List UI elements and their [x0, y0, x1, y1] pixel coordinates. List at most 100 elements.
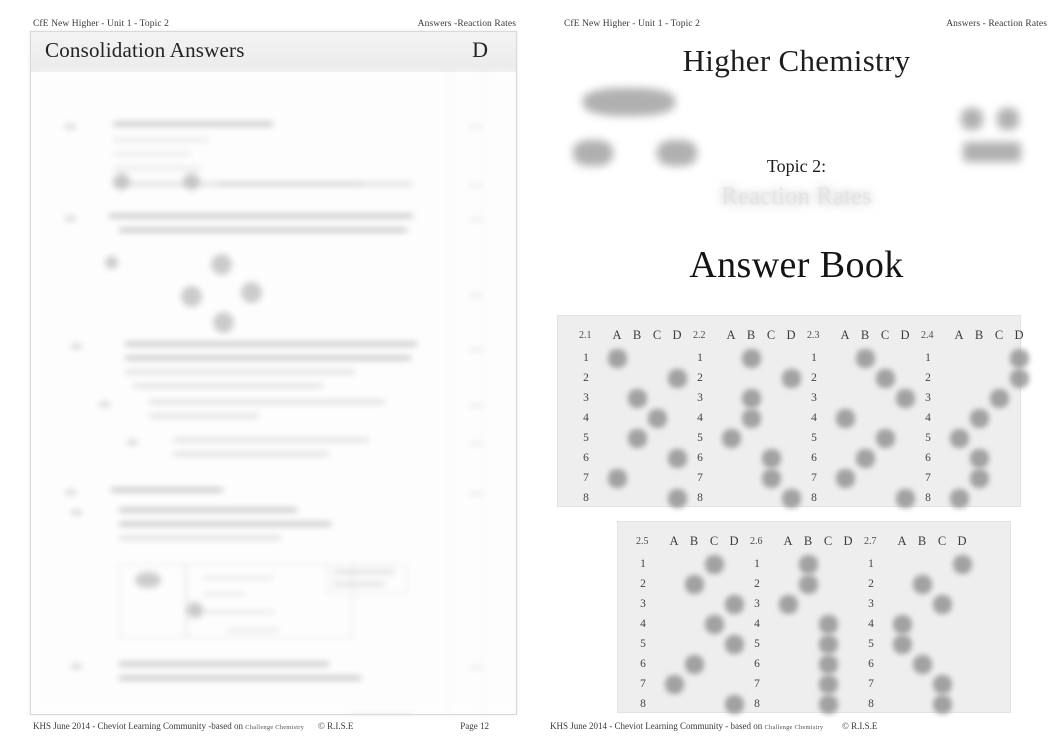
- answer-grid-column-header-C: C: [823, 534, 833, 548]
- answer-grid-row-number-6: 6: [640, 658, 646, 670]
- answer-grid-row-number-8: 8: [583, 492, 589, 504]
- answer-grid-row-number-8: 8: [811, 492, 817, 504]
- left-page-running-head-left: CfE New Higher - Unit 1 - Topic 2: [33, 19, 169, 29]
- answer-mark-2.6-2-B: [799, 575, 818, 594]
- answer-mark-2.7-4-A: [893, 615, 912, 634]
- answer-grid-column-header-D: D: [672, 328, 682, 342]
- right-page: CfE New Higher - Unit 1 - Topic 2 Answer…: [531, 0, 1062, 751]
- answer-mark-2.7-6-B: [913, 655, 932, 674]
- answer-grid-row-number-8: 8: [754, 698, 760, 710]
- answer-grid-column-header-B: B: [860, 328, 870, 342]
- answer-grid-row-number-2: 2: [925, 372, 931, 384]
- answer-grid-row-number-5: 5: [868, 638, 874, 650]
- answer-mark-2.3-1-B: [856, 349, 875, 368]
- answer-mark-2.3-5-C: [876, 429, 895, 448]
- answer-grid-row-number-1: 1: [811, 352, 817, 364]
- answer-mark-2.4-4-B: [970, 409, 989, 428]
- sheet-body-blurred-content: [31, 72, 516, 714]
- footer-credit-text: KHS June 2014 - Cheviot Learning Communi…: [33, 721, 243, 731]
- answer-mark-2.4-1-D: [1010, 349, 1029, 368]
- answer-mark-2.6-5-C: [819, 635, 838, 654]
- answer-grid-row-number-1: 1: [868, 558, 874, 570]
- answer-grid-row-number-4: 4: [697, 412, 703, 424]
- answer-grid-row-number-4: 4: [640, 618, 646, 630]
- sheet-section-letter: D: [472, 37, 488, 62]
- answer-grid-column-header-C: C: [994, 328, 1004, 342]
- footer-credit-brand: Challenge Chemistry: [245, 724, 305, 731]
- answer-mark-2.7-7-C: [933, 675, 952, 694]
- answer-grid-row-number-8: 8: [868, 698, 874, 710]
- answer-grid-row-number-2: 2: [640, 578, 646, 590]
- answer-mark-2.1-2-D: [668, 369, 687, 388]
- answer-grid-column-header-C: C: [652, 328, 662, 342]
- answer-grid-row-number-8: 8: [697, 492, 703, 504]
- answer-grid-row-number-6: 6: [754, 658, 760, 670]
- answer-grid-row-number-7: 7: [868, 678, 874, 690]
- answer-mark-2.7-5-A: [893, 635, 912, 654]
- right-page-footer-credit: KHS June 2014 - Cheviot Learning Communi…: [550, 721, 823, 731]
- answer-grid-row-number-6: 6: [868, 658, 874, 670]
- answer-grid-row-number-3: 3: [697, 392, 703, 404]
- answer-grid-column-header-D: D: [786, 328, 796, 342]
- answer-mark-2.5-5-D: [725, 635, 744, 654]
- answer-mark-2.4-3-C: [990, 389, 1009, 408]
- answer-grid-column-header-B: B: [632, 328, 642, 342]
- answer-grid-row-number-3: 3: [754, 598, 760, 610]
- answer-grid-column-header-D: D: [957, 534, 967, 548]
- answer-mark-2.1-5-B: [628, 429, 647, 448]
- answer-mark-2.1-8-D: [668, 489, 687, 508]
- answer-grid-column-header-A: A: [612, 328, 622, 342]
- answer-mark-2.5-4-C: [705, 615, 724, 634]
- answer-mark-2.2-2-D: [782, 369, 801, 388]
- answer-grid-row-number-5: 5: [640, 638, 646, 650]
- answer-grid-row-number-3: 3: [583, 392, 589, 404]
- answer-grid-id-2.3: 2.3: [807, 330, 820, 341]
- answer-grid-row-number-7: 7: [583, 472, 589, 484]
- answer-grid-column-header-C: C: [880, 328, 890, 342]
- answer-grid-row-number-4: 4: [868, 618, 874, 630]
- answer-grid-column-header-C: C: [766, 328, 776, 342]
- answer-mark-2.1-6-D: [668, 449, 687, 468]
- page-title: Consolidation Answers: [45, 38, 245, 62]
- answer-mark-2.2-7-C: [762, 469, 781, 488]
- answer-grid-row-number-8: 8: [640, 698, 646, 710]
- answer-grid-row-number-5: 5: [697, 432, 703, 444]
- answer-mark-2.6-6-C: [819, 655, 838, 674]
- answer-grid-row-number-3: 3: [868, 598, 874, 610]
- answer-grid-column-header-D: D: [1014, 328, 1024, 342]
- answer-grid-row-number-1: 1: [754, 558, 760, 570]
- left-page-footer-rights: © R.I.S.E: [318, 721, 354, 731]
- answer-grid-row-number-7: 7: [754, 678, 760, 690]
- answer-mark-2.2-5-A: [722, 429, 741, 448]
- answer-grid-column-header-A: A: [897, 534, 907, 548]
- answer-mark-2.6-1-B: [799, 555, 818, 574]
- answer-mark-2.2-4-B: [742, 409, 761, 428]
- answer-grid-row-number-1: 1: [697, 352, 703, 364]
- answer-mark-2.2-3-B: [742, 389, 761, 408]
- answer-mark-2.5-8-D: [725, 695, 744, 714]
- answer-mark-2.2-1-B: [742, 349, 761, 368]
- answer-grid-row-number-6: 6: [583, 452, 589, 464]
- answer-grid-row-number-7: 7: [811, 472, 817, 484]
- answer-mark-2.3-4-A: [836, 409, 855, 428]
- answer-mark-2.3-6-B: [856, 449, 875, 468]
- page-number: Page 12: [460, 721, 489, 731]
- answer-grid-row-number-6: 6: [811, 452, 817, 464]
- answer-grid-row-number-1: 1: [925, 352, 931, 364]
- right-page-footer-rights: © R.I.S.E: [842, 721, 878, 731]
- answer-grid-row-number-3: 3: [811, 392, 817, 404]
- answer-mark-2.1-1-A: [608, 349, 627, 368]
- answer-mark-2.6-8-C: [819, 695, 838, 714]
- answer-grid-column-header-C: C: [709, 534, 719, 548]
- answer-mark-2.6-7-C: [819, 675, 838, 694]
- left-page-running-head-right: Answers -Reaction Rates: [417, 19, 516, 29]
- answer-mark-2.7-2-B: [913, 575, 932, 594]
- answer-mark-2.3-2-C: [876, 369, 895, 388]
- answer-grid-column-header-A: A: [669, 534, 679, 548]
- answer-mark-2.4-8-A: [950, 489, 969, 508]
- marking-margin-column: [449, 72, 516, 714]
- footer-credit-text: KHS June 2014 - Cheviot Learning Communi…: [550, 721, 763, 731]
- answer-grid-column-header-B: B: [917, 534, 927, 548]
- answer-mark-2.4-2-D: [1010, 369, 1029, 388]
- answer-grid-row-number-1: 1: [640, 558, 646, 570]
